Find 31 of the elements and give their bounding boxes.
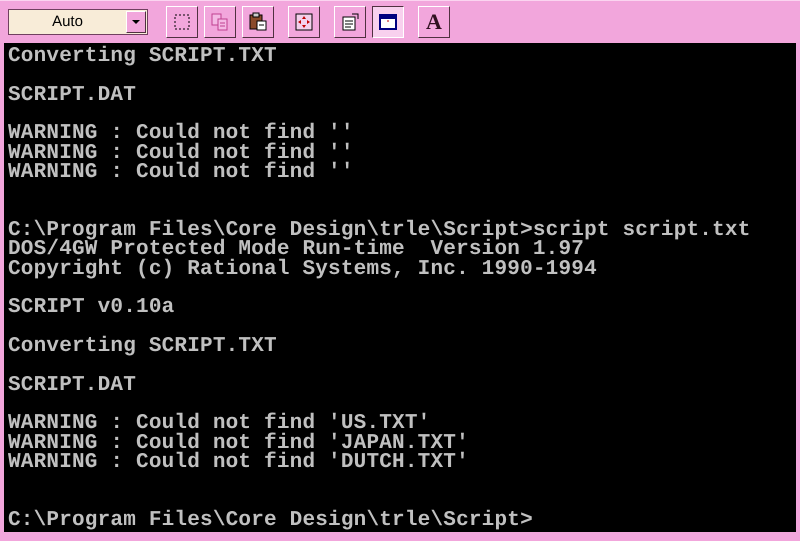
properties-icon [340,12,360,32]
arrows-icon [294,12,314,32]
console-line: C:\Program Files\Core Design\trle\Script> [8,510,533,530]
background-button[interactable] [372,6,404,38]
console-line: SCRIPT.DAT [8,86,136,105]
properties-button[interactable] [334,6,366,38]
font-button[interactable]: A [418,6,450,38]
console-line: Converting SCRIPT.TXT [8,47,277,66]
caret-icon [132,19,140,25]
window-icon [378,12,398,32]
console-line: WARNING : Could not find '' [8,162,354,182]
paste-button[interactable] [242,6,274,38]
console-line: WARNING : Could not find 'US.TXT' [8,414,430,434]
font-size-dropdown[interactable]: Auto [8,9,148,35]
console-line: SCRIPT v0.10a [8,298,174,318]
copy-button[interactable] [204,6,236,38]
dropdown-value: Auto [51,12,84,32]
console-line: Copyright (c) Rational Systems, Inc. 1990-1994 [8,260,597,279]
clipboard-icon [248,12,268,32]
console-line: WARNING : Could not find '' [8,124,354,144]
dashed-rectangle-icon [172,12,192,32]
console-line: SCRIPT.DAT [8,376,136,395]
console-line: Converting SCRIPT.TXT [8,336,277,356]
console-line: WARNING : Could not find '' [8,144,354,163]
console-line: DOS/4GW Protected Mode Run-time Version 1.97 [8,240,584,260]
console-line: WARNING : Could not find 'DUTCH.TXT' [8,452,469,472]
dropdown-arrow-button[interactable] [126,11,146,33]
console-line: WARNING : Could not find 'JAPAN.TXT' [8,434,469,453]
mark-button[interactable] [166,6,198,38]
copy-icon [210,12,230,32]
fullscreen-button[interactable] [288,6,320,38]
